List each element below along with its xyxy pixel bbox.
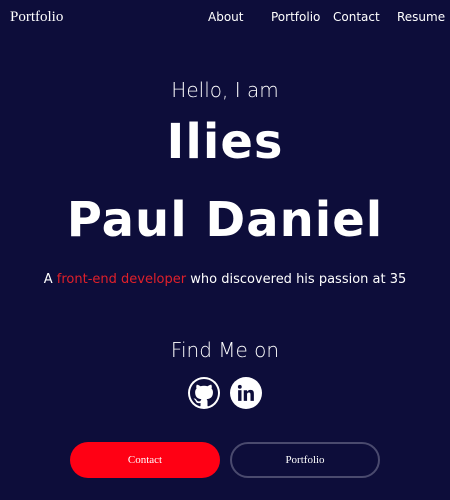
portfolio-button[interactable]: Portfolio: [230, 442, 380, 478]
nav-link-resume[interactable]: Resume: [397, 10, 445, 24]
hero-name-last: Paul Daniel: [66, 192, 384, 248]
hero-greeting: Hello, I am: [171, 78, 279, 102]
nav-link-about[interactable]: About: [208, 10, 243, 24]
hero-tagline: A front-end developer who discovered his…: [0, 272, 450, 287]
nav-link-portfolio[interactable]: Portfolio: [271, 10, 320, 24]
tagline-prefix: A: [43, 272, 57, 287]
brand-logo[interactable]: Portfolio: [10, 9, 63, 26]
github-icon[interactable]: [188, 377, 220, 409]
linkedin-icon[interactable]: [230, 377, 262, 409]
contact-button[interactable]: Contact: [70, 442, 220, 478]
hero-name-first: Ilies: [166, 114, 284, 170]
social-links: [0, 377, 450, 409]
find-me-title: Find Me on: [170, 338, 280, 362]
tagline-suffix: who discovered his passion at 35: [186, 272, 407, 287]
nav-link-contact[interactable]: Contact: [333, 10, 380, 24]
tagline-highlight: front-end developer: [56, 272, 187, 287]
navbar: Portfolio About Portfolio Contact Resume: [0, 0, 450, 34]
